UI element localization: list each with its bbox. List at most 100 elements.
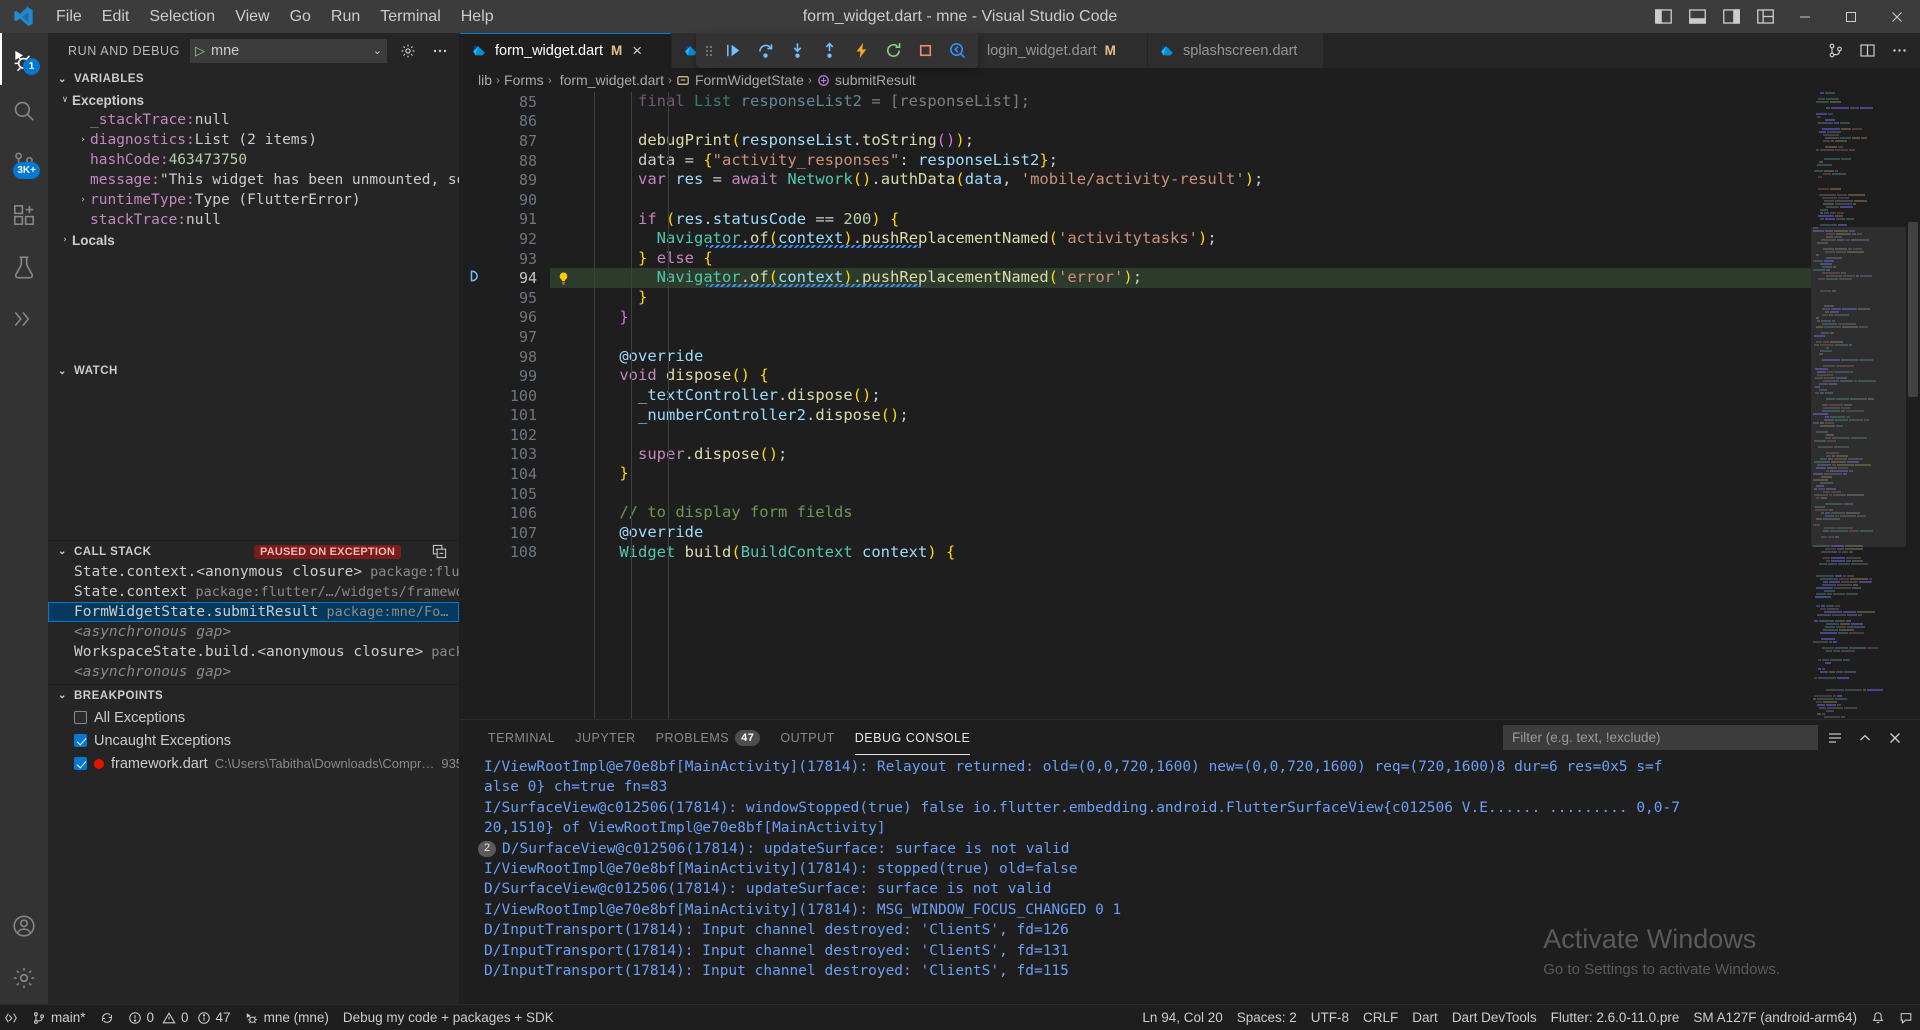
activity-extensions[interactable] bbox=[0, 189, 48, 241]
step-out-icon[interactable] bbox=[814, 36, 844, 66]
console-filter-input[interactable] bbox=[1503, 725, 1818, 750]
code-line[interactable]: data = {"activity_responses": responseLi… bbox=[576, 151, 1811, 171]
callstack-collapse-icon[interactable] bbox=[432, 544, 447, 559]
variable-row[interactable]: stackTrace: null bbox=[48, 210, 459, 230]
line-number[interactable]: 94 bbox=[460, 268, 550, 288]
status-device[interactable]: SM A127F (android-arm64) bbox=[1686, 1005, 1864, 1030]
variable-group[interactable]: › Locals bbox=[48, 230, 459, 250]
code-line[interactable]: } bbox=[576, 464, 1811, 484]
variables-section-header[interactable]: ⌄ VARIABLES bbox=[48, 68, 459, 90]
breakpoint-row[interactable]: framework.dart C:\Users\Tabitha\Downloads… bbox=[48, 752, 459, 775]
menu-terminal[interactable]: Terminal bbox=[370, 0, 450, 33]
panel-tab-jupyter[interactable]: JUPYTER bbox=[565, 720, 645, 755]
step-over-icon[interactable] bbox=[750, 36, 780, 66]
breakpoint-checkbox[interactable] bbox=[74, 711, 87, 724]
code-line[interactable]: super.dispose(); bbox=[576, 445, 1811, 465]
minimize-button[interactable] bbox=[1782, 0, 1828, 33]
minimap[interactable] bbox=[1811, 92, 1906, 719]
editor-decorations[interactable] bbox=[550, 92, 576, 719]
breakpoint-checkbox[interactable] bbox=[74, 734, 87, 747]
status-encoding[interactable]: UTF-8 bbox=[1304, 1005, 1356, 1030]
panel-tab-problems[interactable]: PROBLEMS 47 bbox=[646, 720, 771, 755]
code-line[interactable]: } else { bbox=[576, 249, 1811, 269]
callstack-row[interactable]: <asynchronous gap> bbox=[48, 622, 459, 642]
status-feedback-icon[interactable] bbox=[1892, 1005, 1920, 1030]
chevron-down-icon[interactable]: ∨ bbox=[58, 95, 72, 105]
callstack-section-header[interactable]: ⌄ CALL STACK Paused on exception bbox=[48, 540, 459, 562]
status-flutter-version[interactable]: Flutter: 2.6.0-11.0.pre bbox=[1544, 1005, 1687, 1030]
code-line[interactable] bbox=[576, 112, 1811, 132]
line-number[interactable]: 98 bbox=[460, 347, 550, 367]
maximize-button[interactable] bbox=[1828, 0, 1874, 33]
status-language-mode[interactable]: Dart bbox=[1405, 1005, 1445, 1030]
editor-more-actions-icon[interactable] bbox=[1884, 36, 1914, 66]
line-number[interactable]: 106 bbox=[460, 503, 550, 523]
chevron-right-icon[interactable]: › bbox=[76, 195, 90, 205]
breadcrumb-item[interactable]: lib bbox=[478, 72, 492, 88]
code-line[interactable] bbox=[576, 425, 1811, 445]
toggle-secondary-sidebar-icon[interactable] bbox=[1714, 0, 1748, 33]
editor-tab-login_widget-dart[interactable]: login_widget.dart M bbox=[952, 33, 1148, 68]
status-indentation[interactable]: Spaces: 2 bbox=[1230, 1005, 1304, 1030]
chevron-right-icon[interactable]: › bbox=[76, 135, 90, 145]
line-number[interactable]: 96 bbox=[460, 308, 550, 328]
callstack-row[interactable]: State.context package:flutter/…/widgets/f… bbox=[48, 582, 459, 602]
breakpoints-section-header[interactable]: ⌄ BREAKPOINTS bbox=[48, 684, 459, 706]
panel-tab-output[interactable]: OUTPUT bbox=[770, 720, 844, 755]
code-line[interactable] bbox=[576, 484, 1811, 504]
line-number[interactable]: 103 bbox=[460, 445, 550, 465]
breadcrumb-item[interactable]: FormWidgetState bbox=[676, 72, 804, 88]
breakpoints-list[interactable]: All Exceptions Uncaught Exceptions framewo… bbox=[48, 706, 459, 775]
menu-help[interactable]: Help bbox=[451, 0, 504, 33]
activity-manage-settings[interactable] bbox=[0, 952, 48, 1004]
chevron-right-icon[interactable]: › bbox=[58, 235, 72, 245]
quick-fix-lightbulb-icon[interactable] bbox=[550, 268, 576, 288]
status-notifications-bell-icon[interactable] bbox=[1864, 1005, 1892, 1030]
frame-source-icon[interactable] bbox=[456, 605, 459, 620]
activity-source-control[interactable]: 3K+ bbox=[0, 137, 48, 189]
variable-row[interactable]: _stackTrace: null bbox=[48, 110, 459, 130]
code-line[interactable] bbox=[576, 327, 1811, 347]
breadcrumb-item[interactable]: Forms bbox=[504, 72, 544, 88]
code-line[interactable]: void dispose() { bbox=[576, 366, 1811, 386]
line-number[interactable]: 87 bbox=[460, 131, 550, 151]
code-line[interactable]: Navigator.of(context).pushReplacementNam… bbox=[576, 229, 1811, 249]
code-line[interactable]: _numberController2.dispose(); bbox=[576, 406, 1811, 426]
line-number[interactable]: 102 bbox=[460, 425, 550, 445]
code-scroll-area[interactable]: 85 86 87 88 89 90 91 92 93 94 95 96 97 98 99 100 101 102 1… bbox=[460, 92, 1811, 719]
breakpoint-checkbox[interactable] bbox=[74, 757, 87, 770]
split-editor-icon[interactable] bbox=[1852, 36, 1882, 66]
line-number[interactable]: 107 bbox=[460, 523, 550, 543]
line-number[interactable]: 93 bbox=[460, 249, 550, 269]
activity-testing[interactable] bbox=[0, 241, 48, 293]
toggle-primary-sidebar-icon[interactable] bbox=[1646, 0, 1680, 33]
menu-view[interactable]: View bbox=[225, 0, 279, 33]
restart-icon[interactable] bbox=[878, 36, 908, 66]
activity-accounts[interactable] bbox=[0, 900, 48, 952]
line-number[interactable]: 104 bbox=[460, 464, 550, 484]
breadcrumb-item[interactable]: submitResult bbox=[816, 72, 916, 88]
code-line[interactable]: if (res.statusCode == 200) { bbox=[576, 210, 1811, 230]
line-number[interactable]: 105 bbox=[460, 484, 550, 504]
code-line[interactable]: final List responseList2 = [responseList… bbox=[576, 92, 1811, 112]
status-debug-mode[interactable]: Debug my code + packages + SDK bbox=[336, 1005, 561, 1030]
variable-row[interactable]: › diagnostics: List (2 items) bbox=[48, 130, 459, 150]
line-numbers[interactable]: 85 86 87 88 89 90 91 92 93 94 95 96 97 98 99 100 101 102 1… bbox=[460, 92, 550, 719]
status-dart-devtools[interactable]: Dart DevTools bbox=[1445, 1005, 1544, 1030]
code-line[interactable]: @override bbox=[576, 523, 1811, 543]
line-number[interactable]: 101 bbox=[460, 406, 550, 426]
code-line[interactable]: debugPrint(responseList.toString()); bbox=[576, 131, 1811, 151]
breakpoint-row[interactable]: All Exceptions bbox=[48, 706, 459, 729]
code-line[interactable]: // to display form fields bbox=[576, 503, 1811, 523]
debug-console-output[interactable]: I/ViewRootImpl@e70e8bf[MainActivity](178… bbox=[460, 755, 1920, 1004]
debug-settings-gear-icon[interactable] bbox=[397, 43, 419, 59]
variable-group[interactable]: ∨ Exceptions bbox=[48, 90, 459, 110]
stop-icon[interactable] bbox=[910, 36, 940, 66]
line-number[interactable]: 85 bbox=[460, 92, 550, 112]
status-sync[interactable] bbox=[93, 1005, 121, 1030]
line-number[interactable]: 89 bbox=[460, 170, 550, 190]
code-line[interactable]: } bbox=[576, 288, 1811, 308]
callstack-list[interactable]: State.context.<anonymous closure> package… bbox=[48, 562, 459, 684]
menu-run[interactable]: Run bbox=[321, 0, 370, 33]
menu-selection[interactable]: Selection bbox=[139, 0, 225, 33]
